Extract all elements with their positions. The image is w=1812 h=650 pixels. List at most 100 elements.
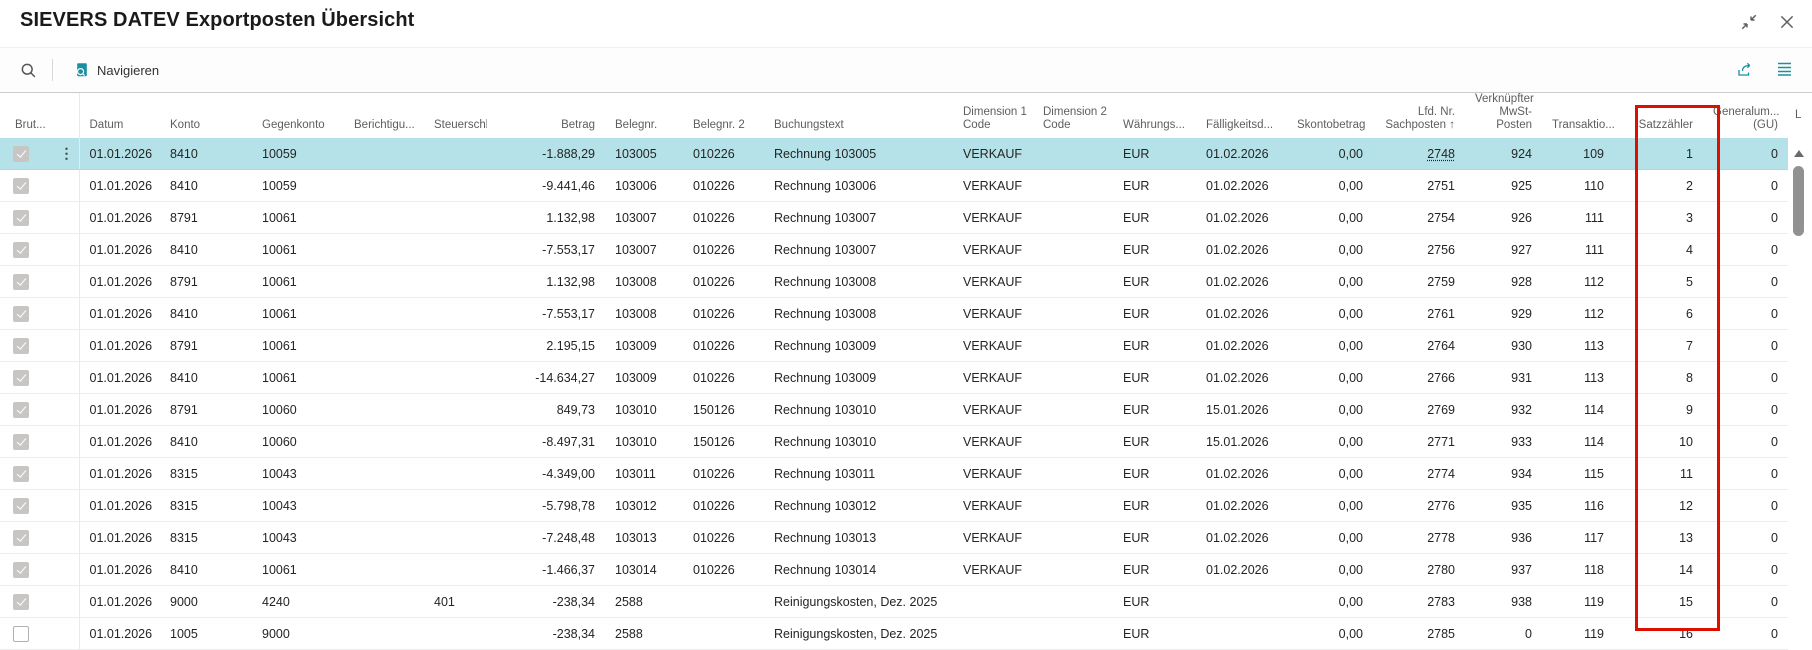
cell-dim1[interactable]: VERKAUF [953, 170, 1033, 202]
cell-belegnr[interactable]: 103014 [605, 554, 683, 586]
cell-datum[interactable]: 01.01.2026 [79, 618, 160, 650]
cell-steuerschluessel[interactable] [424, 618, 487, 650]
cell-mwst[interactable]: 934 [1465, 458, 1542, 490]
cell-transaktion[interactable]: 112 [1542, 266, 1614, 298]
navigate-button[interactable]: Navigieren [68, 58, 165, 82]
cell-betrag[interactable]: 2.195,15 [487, 330, 605, 362]
cell-dim2[interactable] [1033, 554, 1113, 586]
cell-belegnr[interactable]: 103013 [605, 522, 683, 554]
cell-mwst[interactable]: 926 [1465, 202, 1542, 234]
cell-buchungstext[interactable]: Rechnung 103007 [764, 234, 953, 266]
cell-faelligkeit[interactable]: 01.02.2026 [1196, 330, 1287, 362]
cell-berichtigung[interactable] [344, 266, 424, 298]
cell-dim2[interactable] [1033, 330, 1113, 362]
cell-konto[interactable]: 8791 [160, 202, 252, 234]
cell-datum[interactable]: 01.01.2026 [79, 586, 160, 618]
cell-gu[interactable]: 0 [1703, 586, 1788, 618]
cell-lfdnr[interactable]: 2756 [1373, 234, 1465, 266]
cell-berichtigung[interactable] [344, 586, 424, 618]
column-header-l-truncated[interactable]: L [1795, 109, 1801, 121]
cell-transaktion[interactable]: 114 [1542, 426, 1614, 458]
cell-lfdnr[interactable]: 2764 [1373, 330, 1465, 362]
cell-belegnr[interactable]: 103008 [605, 266, 683, 298]
cell-satzzaehler[interactable]: 10 [1614, 426, 1703, 458]
cell-faelligkeit[interactable]: 01.02.2026 [1196, 170, 1287, 202]
cell-waehrung[interactable]: EUR [1113, 618, 1196, 650]
table-row[interactable]: 01.01.20268791100611.132,98103008010226R… [0, 266, 1788, 298]
cell-konto[interactable]: 8410 [160, 362, 252, 394]
cell-konto[interactable]: 8410 [160, 138, 252, 170]
column-header-skontobetrag[interactable]: Skontobetrag [1287, 93, 1373, 138]
column-header-satzzaehler[interactable]: Satzzähler [1614, 93, 1703, 138]
cell-lfdnr[interactable]: 2766 [1373, 362, 1465, 394]
cell-lfdnr[interactable]: 2748 [1373, 138, 1465, 170]
cell-gu[interactable]: 0 [1703, 234, 1788, 266]
cell-waehrung[interactable]: EUR [1113, 330, 1196, 362]
cell-dim2[interactable] [1033, 586, 1113, 618]
row-checkbox[interactable] [13, 146, 29, 162]
cell-gegenkonto[interactable]: 10043 [252, 490, 344, 522]
cell-lfdnr[interactable]: 2751 [1373, 170, 1465, 202]
cell-skontobetrag[interactable]: 0,00 [1287, 202, 1373, 234]
column-header-datum[interactable]: Datum [79, 93, 160, 138]
cell-skontobetrag[interactable]: 0,00 [1287, 394, 1373, 426]
column-header-berichtigung[interactable]: Berichtigu... [344, 93, 424, 138]
cell-satzzaehler[interactable]: 12 [1614, 490, 1703, 522]
cell-datum[interactable]: 01.01.2026 [79, 554, 160, 586]
cell-buchungstext[interactable]: Rechnung 103009 [764, 362, 953, 394]
cell-berichtigung[interactable] [344, 618, 424, 650]
cell-belegnr2[interactable]: 010226 [683, 170, 764, 202]
cell-steuerschluessel[interactable] [424, 298, 487, 330]
cell-buchungstext[interactable]: Rechnung 103005 [764, 138, 953, 170]
row-checkbox[interactable] [13, 306, 29, 322]
cell-mwst[interactable]: 933 [1465, 426, 1542, 458]
cell-buchungstext[interactable]: Rechnung 103008 [764, 266, 953, 298]
cell-lfdnr[interactable]: 2754 [1373, 202, 1465, 234]
row-checkbox[interactable] [13, 242, 29, 258]
cell-konto[interactable]: 8410 [160, 234, 252, 266]
cell-betrag[interactable]: 1.132,98 [487, 266, 605, 298]
cell-belegnr[interactable]: 2588 [605, 586, 683, 618]
cell-mwst[interactable]: 932 [1465, 394, 1542, 426]
cell-skontobetrag[interactable]: 0,00 [1287, 330, 1373, 362]
cell-satzzaehler[interactable]: 6 [1614, 298, 1703, 330]
cell-buchungstext[interactable]: Rechnung 103011 [764, 458, 953, 490]
cell-betrag[interactable]: 1.132,98 [487, 202, 605, 234]
cell-skontobetrag[interactable]: 0,00 [1287, 298, 1373, 330]
cell-gegenkonto[interactable]: 10061 [252, 330, 344, 362]
row-actions-ellipsis-icon[interactable]: ⋮ [60, 138, 74, 169]
cell-waehrung[interactable]: EUR [1113, 170, 1196, 202]
cell-berichtigung[interactable] [344, 394, 424, 426]
cell-steuerschluessel[interactable] [424, 490, 487, 522]
cell-waehrung[interactable]: EUR [1113, 426, 1196, 458]
cell-gegenkonto[interactable]: 10061 [252, 554, 344, 586]
cell-datum[interactable]: 01.01.2026 [79, 458, 160, 490]
cell-lfdnr[interactable]: 2769 [1373, 394, 1465, 426]
cell-datum[interactable]: 01.01.2026 [79, 394, 160, 426]
close-icon[interactable] [1778, 13, 1796, 31]
cell-satzzaehler[interactable]: 15 [1614, 586, 1703, 618]
cell-mwst[interactable]: 936 [1465, 522, 1542, 554]
cell-mwst[interactable]: 930 [1465, 330, 1542, 362]
cell-transaktion[interactable]: 113 [1542, 330, 1614, 362]
cell-dim1[interactable]: VERKAUF [953, 330, 1033, 362]
scrollbar-up-arrow[interactable] [1794, 150, 1804, 157]
cell-konto[interactable]: 9000 [160, 586, 252, 618]
cell-gegenkonto[interactable]: 10043 [252, 458, 344, 490]
cell-gu[interactable]: 0 [1703, 362, 1788, 394]
cell-faelligkeit[interactable]: 01.02.2026 [1196, 298, 1287, 330]
cell-steuerschluessel[interactable] [424, 426, 487, 458]
row-checkbox[interactable] [13, 594, 29, 610]
cell-satzzaehler[interactable]: 8 [1614, 362, 1703, 394]
cell-belegnr2[interactable]: 150126 [683, 426, 764, 458]
cell-mwst[interactable]: 924 [1465, 138, 1542, 170]
cell-berichtigung[interactable] [344, 554, 424, 586]
cell-gegenkonto[interactable]: 10059 [252, 138, 344, 170]
table-row[interactable]: 01.01.2026831510043-7.248,48103013010226… [0, 522, 1788, 554]
cell-steuerschluessel[interactable] [424, 170, 487, 202]
cell-dim1[interactable]: VERKAUF [953, 202, 1033, 234]
cell-dim2[interactable] [1033, 490, 1113, 522]
cell-lfdnr[interactable]: 2785 [1373, 618, 1465, 650]
cell-konto[interactable]: 8410 [160, 170, 252, 202]
cell-dim2[interactable] [1033, 426, 1113, 458]
